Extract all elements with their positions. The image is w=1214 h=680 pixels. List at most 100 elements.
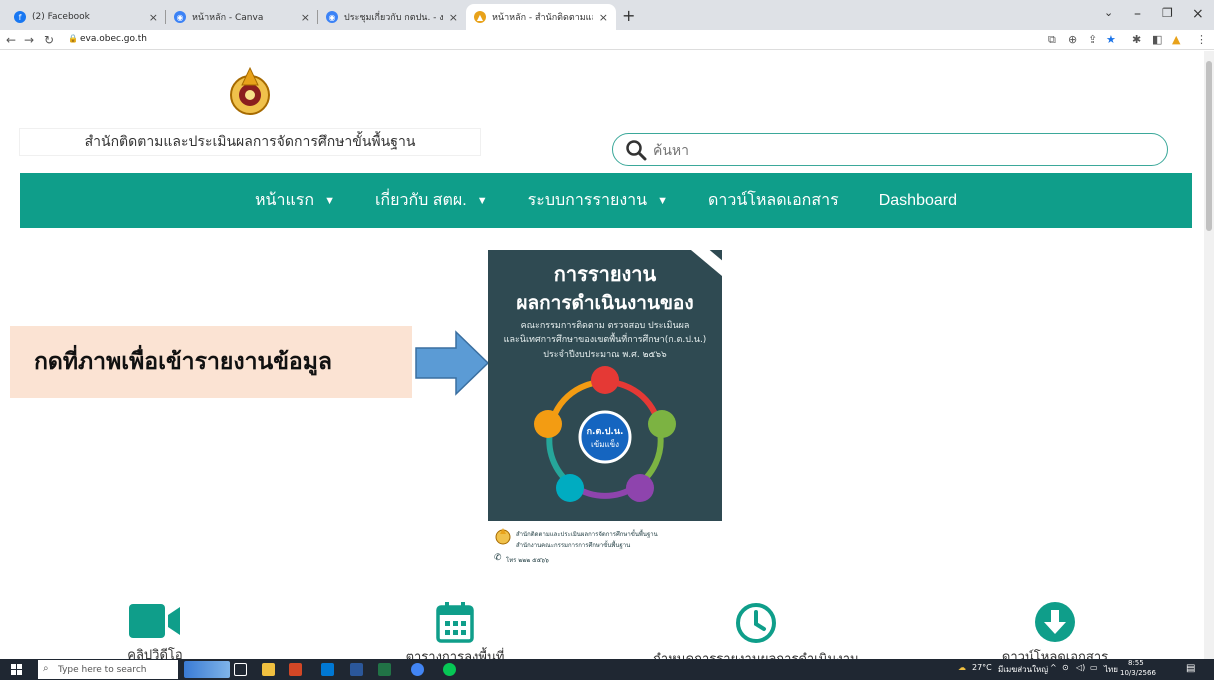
report-poster-link[interactable]: การรายงาน ผลการดำเนินงานของ คณะกรรมการติ… xyxy=(488,250,722,579)
bookmark-star-icon[interactable]: ★ xyxy=(1106,33,1116,46)
notification-icon[interactable]: ▤ xyxy=(1186,663,1195,674)
taskbar-search-placeholder: Type here to search xyxy=(58,664,147,675)
nav-about[interactable]: เกี่ยวกับ สตผ. ▼ xyxy=(375,188,488,213)
obec-logo-icon xyxy=(230,66,270,115)
obec-seal-icon xyxy=(495,528,511,545)
scrollbar-thumb[interactable] xyxy=(1206,61,1212,231)
nav-label: เกี่ยวกับ สตผ. xyxy=(374,192,467,209)
obec-icon: ▲ xyxy=(474,11,486,23)
poster-footer-1: สำนักติดตามและประเมินผลการจัดการศึกษาขั้… xyxy=(516,531,658,538)
mail-icon[interactable] xyxy=(321,663,334,676)
reload-icon[interactable]: ↻ xyxy=(44,33,54,47)
new-tab-icon[interactable]: + xyxy=(622,6,635,25)
sidepanel-icon[interactable]: ◧ xyxy=(1152,33,1162,46)
nav-label: Dashboard xyxy=(878,191,957,209)
clock-icon xyxy=(736,603,776,643)
language-indicator[interactable]: ไทย xyxy=(1104,663,1118,676)
translate-icon[interactable]: ⧉ xyxy=(1048,33,1056,47)
canva-icon: ◉ xyxy=(174,11,186,23)
zoom-icon[interactable]: ⊕ xyxy=(1068,33,1077,46)
minimize-icon[interactable]: – xyxy=(1134,6,1141,22)
facebook-icon: f xyxy=(14,11,26,23)
tab-facebook[interactable]: f (2) Facebook × xyxy=(6,4,166,30)
poster-line-3: ประจำปีงบประมาณ พ.ศ. ๒๕๖๖ xyxy=(543,350,667,360)
feature-video[interactable]: คลิปวิดีโอ xyxy=(35,601,275,659)
arrow-right-icon xyxy=(415,330,490,396)
weather-temp[interactable]: 27°C xyxy=(972,663,992,672)
feature-downloads[interactable]: ดาวน์โหลดเอกสาร xyxy=(935,601,1175,659)
address-bar: ← → ↻ 🔒 eva.obec.go.th ⧉ ⊕ ⇪ ★ ✱ ◧ ▲ ⋮ xyxy=(0,30,1214,50)
caret-down-icon: ▼ xyxy=(476,194,488,207)
nav-dashboard[interactable]: Dashboard xyxy=(879,192,957,210)
tab-search-icon[interactable]: ⌄ xyxy=(1104,6,1113,19)
poster-footer-2: สำนักงานคณะกรรมการการศึกษาขั้นพื้นฐาน xyxy=(516,542,631,549)
search-icon xyxy=(626,139,647,160)
feature-report-schedule[interactable]: กำหนดการรายงานผลการดำเนินงาน xyxy=(636,601,876,659)
main-nav: หน้าแรก ▼ เกี่ยวกับ สตผ. ▼ ระบบการรายงาน… xyxy=(20,173,1192,228)
url-field[interactable]: eva.obec.go.th xyxy=(80,34,147,44)
cycle-diagram: ก.ต.ป.น. เข้มแข็ง xyxy=(534,366,676,502)
volume-icon[interactable]: ◁) xyxy=(1076,663,1085,672)
excel-icon[interactable] xyxy=(378,663,391,676)
nav-reporting[interactable]: ระบบการรายงาน ▼ xyxy=(528,188,668,213)
caret-down-icon: ▼ xyxy=(324,194,335,207)
maximize-icon[interactable]: ❐ xyxy=(1162,6,1173,20)
menu-icon[interactable]: ⋮ xyxy=(1196,33,1207,46)
cycle-center-bottom: เข้มแข็ง xyxy=(591,439,619,449)
poster-title-1: การรายงาน xyxy=(553,262,657,286)
display-icon[interactable]: ▭ xyxy=(1090,663,1098,672)
feature-label: ตารางการลงพื้นที่ xyxy=(405,649,505,659)
clock-date[interactable]: 10/3/2566 xyxy=(1120,669,1156,677)
nav-home[interactable]: หน้าแรก ▼ xyxy=(255,188,335,213)
chrome-icon[interactable] xyxy=(411,663,424,676)
profile-icon[interactable]: ▲ xyxy=(1172,33,1180,46)
powerpoint-icon[interactable] xyxy=(289,663,302,676)
feature-links: คลิปวิดีโอ ตารางการลงพื้นที่ กำหนดการราย… xyxy=(0,601,1204,659)
poster-line-1: คณะกรรมการติดตาม ตรวจสอบ ประเมินผล xyxy=(520,321,690,331)
nav-label: ดาวน์โหลดเอกสาร xyxy=(707,192,839,209)
forward-icon[interactable]: → xyxy=(24,33,34,47)
search-input[interactable] xyxy=(653,141,1153,158)
file-explorer-icon[interactable] xyxy=(262,663,275,676)
phone-icon: ✆ xyxy=(494,553,502,563)
feature-schedule[interactable]: ตารางการลงพื้นที่ xyxy=(335,601,575,659)
lock-icon: 🔒 xyxy=(68,34,78,43)
word-icon[interactable] xyxy=(350,663,363,676)
nav-label: หน้าแรก xyxy=(255,192,315,209)
extensions-icon[interactable]: ✱ xyxy=(1132,33,1141,46)
back-icon[interactable]: ← xyxy=(6,33,16,47)
tab-title: หน้าหลัก - สำนักติดตามและประเมินผล xyxy=(492,13,593,23)
tab-canva[interactable]: ◉ หน้าหลัก - Canva × xyxy=(166,4,318,30)
tab-obec-active[interactable]: ▲ หน้าหลัก - สำนักติดตามและประเมินผล × xyxy=(466,4,616,30)
tray-chevron-icon[interactable]: ^ xyxy=(1050,663,1057,672)
download-icon xyxy=(1035,602,1075,642)
weather-widget-icon[interactable] xyxy=(184,661,230,678)
clock-time[interactable]: 8:55 xyxy=(1128,659,1144,667)
close-tab-icon[interactable]: × xyxy=(599,11,608,24)
cycle-center-top: ก.ต.ป.น. xyxy=(587,426,624,437)
network-icon[interactable]: ⊙ xyxy=(1062,663,1069,672)
search-box[interactable] xyxy=(612,133,1168,166)
taskbar-search[interactable]: ⌕ Type here to search xyxy=(38,660,178,679)
windows-start-icon[interactable] xyxy=(11,664,22,675)
tab-slides[interactable]: ◉ ประชุมเกี่ยวกับ กตปน. - งานนำเสนอ × xyxy=(318,4,466,30)
windows-taskbar: ⌕ Type here to search ☁ 27°C มีเมฆส่วนให… xyxy=(0,659,1214,680)
calendar-icon xyxy=(436,602,474,643)
line-icon[interactable] xyxy=(443,663,456,676)
close-tab-icon[interactable]: × xyxy=(301,11,310,24)
poster-line-2: และนิเทศการศึกษาของเขตพื้นที่การศึกษา(ก.… xyxy=(503,335,707,345)
feature-label: กำหนดการรายงานผลการดำเนินงาน xyxy=(653,651,859,659)
weather-desc: มีเมฆส่วนใหญ่ xyxy=(998,665,1049,674)
tab-title: (2) Facebook xyxy=(32,12,90,22)
share-icon[interactable]: ⇪ xyxy=(1088,33,1097,46)
nav-downloads[interactable]: ดาวน์โหลดเอกสาร xyxy=(708,188,839,213)
close-tab-icon[interactable]: × xyxy=(449,11,458,24)
web-page: สำนักติดตามและประเมินผลการจัดการศึกษาขั้… xyxy=(0,51,1204,659)
page-scrollbar[interactable] xyxy=(1204,51,1214,659)
feature-label: คลิปวิดีโอ xyxy=(127,647,183,659)
close-window-icon[interactable]: × xyxy=(1192,6,1204,22)
weather-tray-icon: ☁ xyxy=(958,663,966,672)
slides-icon: ◉ xyxy=(326,11,338,23)
close-tab-icon[interactable]: × xyxy=(149,11,158,24)
task-view-icon[interactable] xyxy=(234,663,247,676)
